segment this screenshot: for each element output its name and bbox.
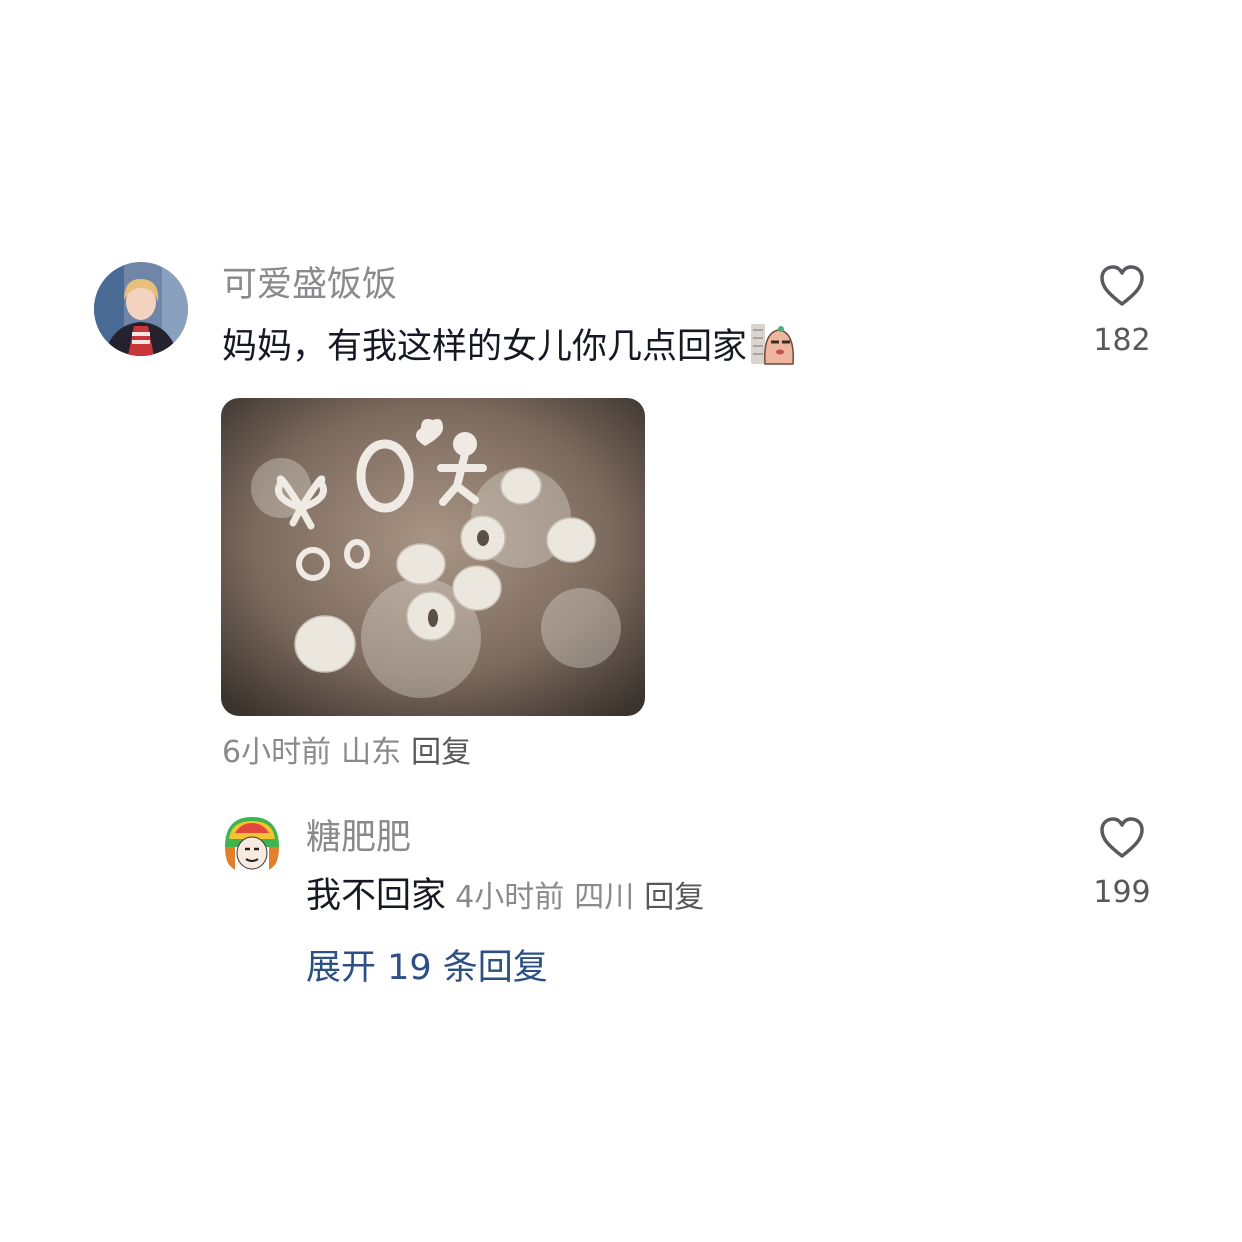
heart-outline-icon	[1099, 264, 1145, 312]
commenter-username[interactable]: 可爱盛饭饭	[222, 265, 397, 305]
comment-text-content: 妈妈，有我这样的女儿你几点回家	[222, 327, 748, 367]
comment-like-count: 182	[1093, 323, 1151, 358]
comment-text: 妈妈，有我这样的女儿你几点回家	[222, 322, 797, 376]
reply-body: 我不回家 4小时前 四川 回复	[306, 875, 704, 917]
comment-location: 山东	[341, 735, 402, 770]
heart-outline-icon	[1099, 816, 1145, 864]
comment-reply-button[interactable]: 回复	[411, 735, 471, 770]
peeking-bean-sticker-icon	[749, 322, 797, 376]
replier-avatar[interactable]	[221, 813, 283, 875]
comment-photo[interactable]	[221, 398, 645, 716]
comment-like-button[interactable]: 182	[1072, 262, 1172, 362]
reply-location: 四川	[574, 880, 635, 915]
commenter-avatar[interactable]	[94, 262, 188, 356]
reply-time: 4小时前	[455, 880, 565, 915]
comment-time: 6小时前	[222, 735, 332, 770]
reply-meta: 4小时前 四川 回复	[455, 880, 704, 915]
reply-like-count: 199	[1093, 875, 1151, 910]
reply-like-button[interactable]: 199	[1072, 814, 1172, 914]
reply-text: 我不回家	[306, 876, 447, 916]
expand-replies-button[interactable]: 展开 19 条回复	[306, 948, 548, 988]
replier-username[interactable]: 糖肥肥	[306, 818, 411, 858]
reply-reply-button[interactable]: 回复	[644, 880, 704, 915]
comment-meta: 6小时前 山东 回复	[222, 735, 471, 771]
